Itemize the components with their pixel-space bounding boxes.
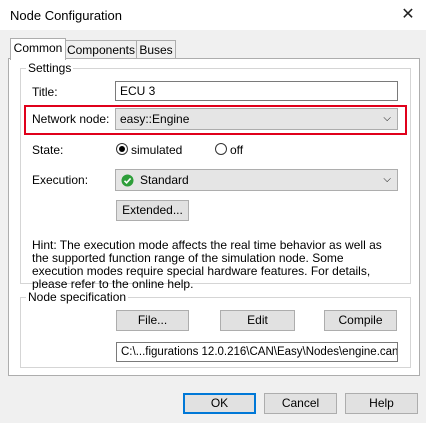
edit-button[interactable]: Edit	[220, 310, 295, 331]
state-simulated-radio[interactable]	[116, 143, 128, 155]
execution-label: Execution:	[32, 173, 89, 187]
chevron-down-icon: ⌵	[383, 174, 391, 185]
extended-button[interactable]: Extended...	[116, 200, 189, 221]
title-input[interactable]: ECU 3	[115, 81, 398, 101]
tab-common[interactable]: Common	[10, 38, 66, 60]
title-label: Title:	[32, 85, 58, 99]
window-title: Node Configuration	[10, 8, 123, 23]
network-node-label: Network node:	[32, 112, 110, 126]
execution-dropdown[interactable]: Standard ⌵	[115, 169, 398, 191]
state-label: State:	[32, 143, 64, 157]
state-simulated-label[interactable]: simulated	[131, 143, 182, 157]
tab-buses[interactable]: Buses	[136, 40, 176, 59]
network-node-dropdown[interactable]: easy::Engine ⌵	[115, 108, 398, 130]
title-bar: Node Configuration ✕	[0, 0, 426, 30]
hint-text: Hint: The execution mode affects the rea…	[32, 238, 382, 291]
tab-components[interactable]: Components	[64, 40, 138, 59]
close-icon[interactable]: ✕	[398, 5, 418, 25]
radio-selected-dot	[119, 146, 125, 152]
cancel-button[interactable]: Cancel	[264, 393, 337, 414]
settings-group-title: Settings	[26, 61, 74, 75]
ok-button[interactable]: OK	[183, 393, 256, 414]
state-off-label[interactable]: off	[230, 143, 243, 157]
node-spec-group-title: Node specification	[26, 290, 129, 304]
network-node-value: easy::Engine	[120, 112, 190, 126]
compile-button[interactable]: Compile	[324, 310, 397, 331]
execution-value: Standard	[140, 173, 189, 187]
state-off-radio[interactable]	[215, 143, 227, 155]
check-circle-icon	[121, 174, 134, 187]
file-button[interactable]: File...	[116, 310, 189, 331]
node-path-field[interactable]: C:\...figurations 12.0.216\CAN\Easy\Node…	[116, 342, 398, 362]
chevron-down-icon: ⌵	[383, 113, 391, 124]
help-button[interactable]: Help	[345, 393, 418, 414]
